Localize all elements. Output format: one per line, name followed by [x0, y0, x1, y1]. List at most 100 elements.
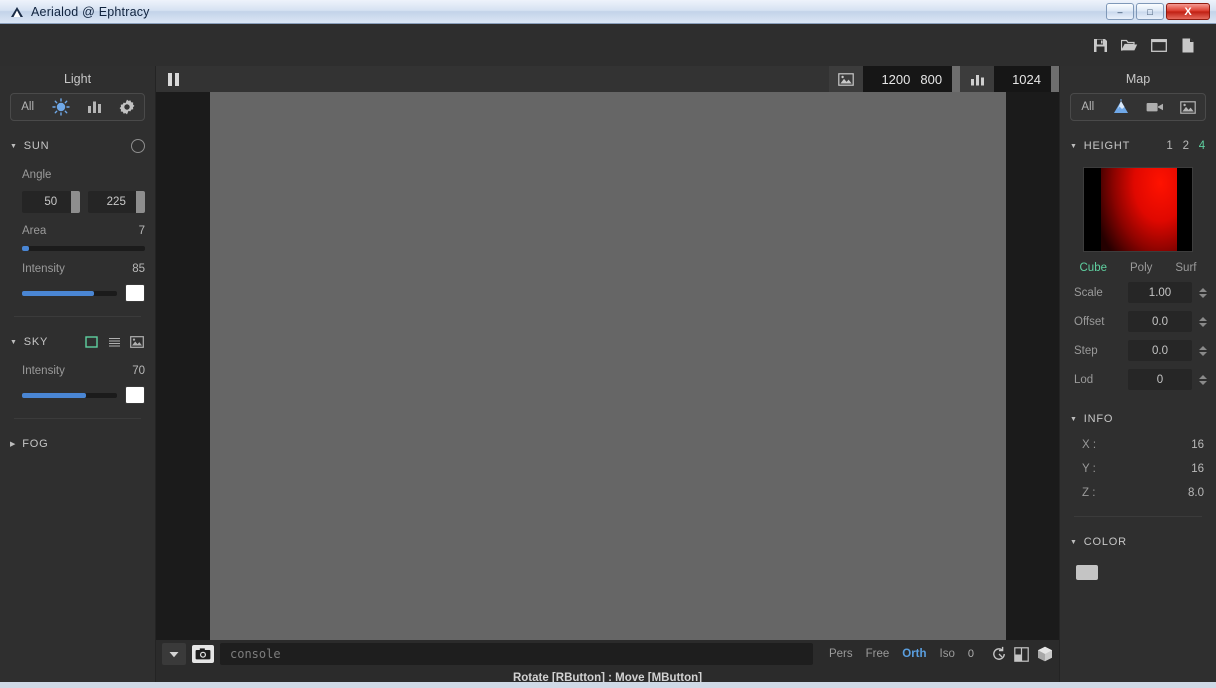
- light-tab-all[interactable]: All: [11, 94, 44, 120]
- resolution-grip[interactable]: [952, 66, 961, 92]
- color-swatch[interactable]: [1076, 565, 1098, 580]
- angle-azimuth-field[interactable]: 225: [87, 191, 145, 213]
- map-panel: Map All ▼ HEIGHT 1 2 4 Cube Poly Surf Sc…: [1059, 66, 1216, 688]
- sky-section-header[interactable]: ▼ SKY: [0, 331, 155, 353]
- sun-enable-toggle[interactable]: [131, 139, 145, 153]
- sun-intensity-slider-wrap: [0, 284, 155, 302]
- image-icon[interactable]: [829, 66, 864, 92]
- sun-intensity-slider[interactable]: [22, 290, 117, 296]
- height-scale-group: 1 2 4: [1166, 140, 1206, 152]
- viewport-area: 1200 800 1024 console Pers Free Orth Iso…: [156, 66, 1059, 688]
- console-input[interactable]: console: [220, 643, 813, 665]
- angle-elevation-value: 50: [44, 196, 58, 208]
- gear-icon[interactable]: [111, 94, 144, 120]
- info-header-label: INFO: [1083, 413, 1114, 425]
- lod-stepper[interactable]: [1198, 374, 1208, 385]
- new-file-icon[interactable]: [1179, 37, 1196, 54]
- geometry-mode-group: Cube Poly Surf: [1060, 262, 1216, 274]
- projection-number[interactable]: 0: [968, 648, 974, 660]
- sun-header-label: SUN: [23, 140, 50, 152]
- bar-chart-icon[interactable]: [960, 66, 995, 92]
- minimize-button[interactable]: –: [1106, 3, 1134, 20]
- map-tab-all[interactable]: All: [1071, 94, 1105, 120]
- angle-azimuth-grip[interactable]: [136, 191, 145, 213]
- pause-icon[interactable]: [156, 66, 190, 92]
- lod-input[interactable]: 0: [1128, 369, 1192, 390]
- sun-color-swatch[interactable]: [125, 284, 145, 302]
- height-section-header[interactable]: ▼ HEIGHT 1 2 4: [1060, 135, 1216, 157]
- angle-elevation-grip[interactable]: [70, 191, 80, 213]
- geometry-mode-surf[interactable]: Surf: [1175, 262, 1196, 274]
- sky-color-swatch[interactable]: [125, 386, 145, 404]
- step-input[interactable]: 0.0: [1128, 340, 1192, 361]
- scale-stepper[interactable]: [1198, 287, 1208, 298]
- color-section-header[interactable]: ▼ COLOR: [1060, 531, 1216, 553]
- window-controls: – □ X: [1106, 3, 1214, 20]
- projection-pers[interactable]: Pers: [829, 648, 853, 660]
- video-camera-icon[interactable]: [1138, 94, 1172, 120]
- sun-section-header[interactable]: ▼ SUN: [0, 135, 155, 157]
- save-icon[interactable]: [1092, 37, 1109, 54]
- geometry-mode-poly[interactable]: Poly: [1130, 262, 1152, 274]
- height-scale-2[interactable]: 2: [1183, 140, 1190, 152]
- offset-input[interactable]: 0.0: [1128, 311, 1192, 332]
- angle-fields: 50 225: [0, 191, 155, 213]
- title-bar: Aerialod @ Ephtracy – □ X: [0, 0, 1216, 24]
- info-section-header[interactable]: ▼ INFO: [1060, 408, 1216, 430]
- map-panel-title: Map: [1125, 72, 1151, 86]
- application-window: Aerialod @ Ephtracy – □ X Light All ▼ SU…: [0, 0, 1216, 688]
- angle-row-label: Angle: [0, 165, 155, 185]
- angle-elevation-field[interactable]: 50: [22, 191, 80, 213]
- geometry-mode-cube[interactable]: Cube: [1080, 262, 1108, 274]
- sun-intensity-value: 85: [132, 263, 145, 275]
- height-header-label: HEIGHT: [1083, 140, 1131, 152]
- scale-input[interactable]: 1.00: [1128, 282, 1192, 303]
- projection-free[interactable]: Free: [866, 648, 890, 660]
- sun-icon[interactable]: [44, 94, 77, 120]
- height-scale-4[interactable]: 4: [1199, 140, 1206, 152]
- projection-iso[interactable]: Iso: [940, 648, 955, 660]
- area-value: 7: [138, 225, 145, 237]
- grid-snap-icon[interactable]: [1013, 646, 1030, 663]
- fog-section-header[interactable]: ▶ FOG: [0, 433, 155, 455]
- desktop-strip: [0, 682, 1216, 688]
- rotate-icon[interactable]: [990, 646, 1007, 663]
- bar-chart-icon[interactable]: [78, 94, 111, 120]
- sun-intensity-label: Intensity: [22, 263, 65, 275]
- sky-intensity-slider[interactable]: [22, 392, 117, 398]
- area-slider[interactable]: [22, 246, 145, 251]
- sky-image-icon[interactable]: [129, 335, 145, 349]
- render-canvas[interactable]: [210, 92, 1006, 640]
- chevron-down-icon[interactable]: [162, 643, 186, 665]
- samples-grip[interactable]: [1051, 66, 1059, 92]
- resolution-height: 800: [920, 71, 943, 87]
- samples-field[interactable]: 1024: [994, 66, 1059, 92]
- lod-field-row: Lod 0: [1060, 369, 1216, 390]
- step-label: Step: [1074, 344, 1098, 357]
- height-scale-1[interactable]: 1: [1166, 140, 1173, 152]
- image-icon[interactable]: [1172, 94, 1206, 120]
- sky-gradient-icon[interactable]: [106, 335, 122, 349]
- mountain-icon[interactable]: [1105, 94, 1139, 120]
- open-folder-icon[interactable]: [1121, 37, 1138, 54]
- samples-value: 1024: [1012, 71, 1041, 87]
- offset-stepper[interactable]: [1198, 316, 1208, 327]
- sky-solid-icon[interactable]: [83, 335, 99, 349]
- info-y-label: Y :: [1082, 463, 1096, 475]
- window-icon[interactable]: [1150, 37, 1167, 54]
- cube-icon[interactable]: [1036, 646, 1053, 663]
- sky-fog-divider: [14, 418, 141, 419]
- camera-icon[interactable]: [192, 645, 214, 663]
- window-title: Aerialod @ Ephtracy: [31, 4, 150, 19]
- resolution-field[interactable]: 1200 800: [863, 66, 961, 92]
- close-button[interactable]: X: [1166, 3, 1210, 20]
- step-stepper[interactable]: [1198, 345, 1208, 356]
- projection-orth[interactable]: Orth: [902, 648, 926, 660]
- viewport-top-bar: 1200 800 1024: [156, 66, 1059, 92]
- info-row-z: Z : 8.0: [1060, 484, 1216, 502]
- sky-intensity-row: Intensity 70: [0, 361, 155, 381]
- maximize-button[interactable]: □: [1136, 3, 1164, 20]
- height-map-preview[interactable]: [1083, 167, 1193, 252]
- info-x-label: X :: [1082, 439, 1097, 451]
- render-settings-group: 1200 800 1024: [829, 66, 1059, 92]
